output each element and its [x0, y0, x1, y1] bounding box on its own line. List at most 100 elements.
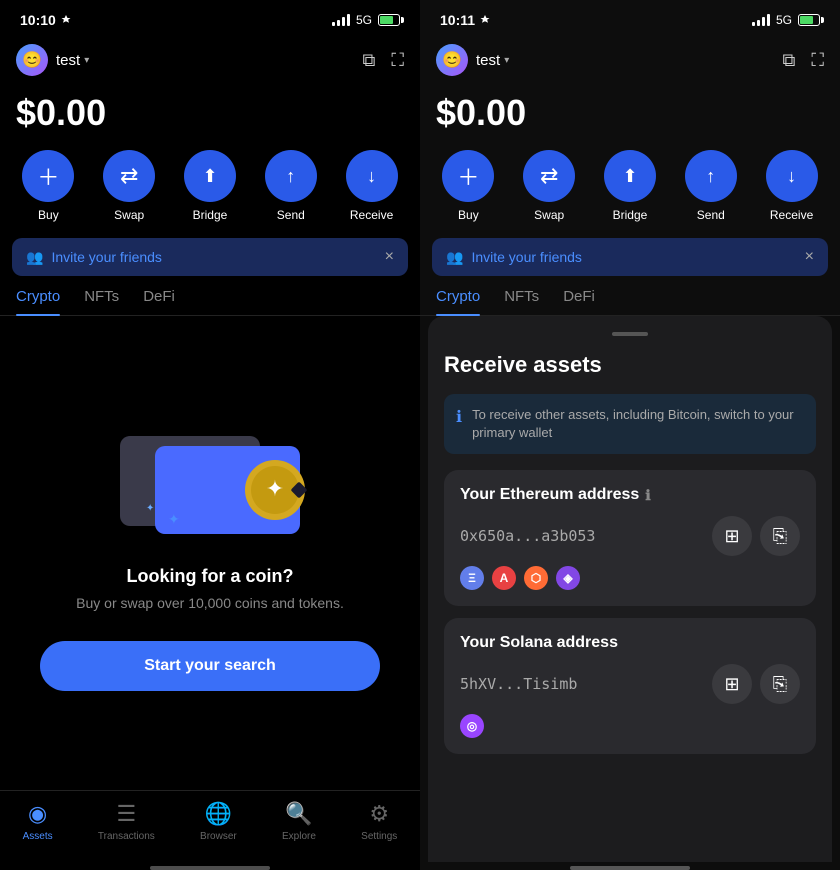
right-receive-button[interactable]: ↓ Receive — [766, 150, 818, 222]
left-phone: 10:10 5G 😊 test — [0, 0, 420, 870]
eth-copy-button[interactable]: ⎘ — [760, 516, 800, 556]
right-invite-text: 👥 Invite your friends — [446, 249, 582, 266]
right-copy-icon[interactable]: ⧉ — [783, 50, 796, 71]
right-user-name-label: test ▾ — [476, 52, 509, 69]
nav-browser[interactable]: 🌐 Browser — [200, 801, 237, 842]
ethereum-title: Your Ethereum address ℹ — [460, 486, 800, 504]
solana-address-value: 5hXV...Tisimb — [460, 675, 577, 693]
svg-text:✦: ✦ — [266, 476, 284, 501]
solana-title: Your Solana address — [460, 634, 800, 652]
eth-info-icon: ℹ — [645, 487, 650, 504]
battery-icon — [378, 14, 400, 26]
svg-text:✦: ✦ — [146, 503, 154, 514]
balance-amount: $0.00 — [16, 92, 404, 134]
right-invite-close-button[interactable]: × — [805, 248, 814, 266]
nav-explore[interactable]: 🔍 Explore — [282, 801, 316, 842]
right-user-info[interactable]: 😊 test ▾ — [436, 44, 509, 76]
action-buttons: ＋ Buy ⇄ Swap ⬆ Bridge ↑ Send ↓ Receive — [0, 150, 420, 238]
chevron-icon: ▾ — [84, 55, 89, 66]
right-header-icons: ⧉ ⛶ — [783, 50, 824, 71]
start-search-button[interactable]: Start your search — [40, 641, 380, 691]
invite-icon: 👥 — [26, 249, 43, 266]
sol-qr-button[interactable]: ⊞ — [712, 664, 752, 704]
nav-assets[interactable]: ◉ Assets — [23, 801, 53, 842]
header-icons: ⧉ ⛶ — [363, 50, 404, 71]
right-invite-banner[interactable]: 👥 Invite your friends × — [432, 238, 828, 276]
op-chain-icon: ⬡ — [524, 566, 548, 590]
tab-nfts[interactable]: NFTs — [84, 288, 119, 315]
info-banner-text: To receive other assets, including Bitco… — [472, 406, 804, 442]
poly-chain-icon: ◈ — [556, 566, 580, 590]
right-buy-button[interactable]: ＋ Buy — [442, 150, 494, 222]
invite-banner[interactable]: 👥 Invite your friends × — [12, 238, 408, 276]
right-fullscreen-icon[interactable]: ⛶ — [811, 50, 824, 71]
right-home-indicator — [570, 866, 690, 870]
eth-qr-button[interactable]: ⊞ — [712, 516, 752, 556]
right-swap-button[interactable]: ⇄ Swap — [523, 150, 575, 222]
left-bottom-nav: ◉ Assets ☰ Transactions 🌐 Browser 🔍 Expl… — [0, 790, 420, 862]
right-action-buttons: ＋ Buy ⇄ Swap ⬆ Bridge ↑ Send ↓ Receive — [420, 150, 840, 238]
ethereum-address-actions: ⊞ ⎘ — [712, 516, 800, 556]
right-tab-nfts[interactable]: NFTs — [504, 288, 539, 315]
explore-icon: 🔍 — [285, 801, 312, 827]
svg-text:✦: ✦ — [168, 511, 180, 527]
right-tab-crypto[interactable]: Crypto — [436, 288, 480, 315]
solana-chain-icons: ◎ — [460, 714, 800, 738]
copy-icon[interactable]: ⧉ — [363, 50, 376, 71]
ethereum-chain-icons: Ξ A ⬡ ◈ — [460, 566, 800, 590]
receive-sheet-title: Receive assets — [444, 352, 816, 378]
sheet-handle — [612, 332, 648, 336]
assets-icon: ◉ — [28, 801, 47, 827]
left-status-right: 5G — [332, 13, 400, 27]
right-status-bar: 10:11 5G — [420, 0, 840, 36]
eth-chain-icon: Ξ — [460, 566, 484, 590]
right-signal-bars — [752, 14, 770, 26]
info-banner: ℹ To receive other assets, including Bit… — [444, 394, 816, 454]
user-info[interactable]: 😊 test ▾ — [16, 44, 89, 76]
invite-close-button[interactable]: × — [385, 248, 394, 266]
left-status-bar: 10:10 5G — [0, 0, 420, 36]
right-phone: 10:11 5G 😊 test — [420, 0, 840, 870]
send-button[interactable]: ↑ Send — [265, 150, 317, 222]
nav-settings[interactable]: ⚙ Settings — [361, 801, 397, 842]
right-network-text: 5G — [776, 13, 792, 27]
settings-icon: ⚙ — [369, 801, 389, 827]
ethereum-address-value: 0x650a...a3b053 — [460, 527, 595, 545]
right-send-button[interactable]: ↑ Send — [685, 150, 737, 222]
left-time: 10:10 — [20, 12, 72, 28]
receive-button[interactable]: ↓ Receive — [346, 150, 398, 222]
right-location-icon — [479, 14, 491, 26]
transactions-icon: ☰ — [116, 801, 136, 827]
right-status-right: 5G — [752, 13, 820, 27]
receive-sheet: Receive assets ℹ To receive other assets… — [428, 316, 832, 862]
tab-crypto[interactable]: Crypto — [16, 288, 60, 315]
arb-chain-icon: A — [492, 566, 516, 590]
right-battery-icon — [798, 14, 820, 26]
balance-section: $0.00 — [0, 84, 420, 150]
fullscreen-icon[interactable]: ⛶ — [391, 50, 404, 71]
promo-section: Looking for a coin? Buy or swap over 10,… — [76, 566, 344, 611]
right-tabs: Crypto NFTs DeFi — [420, 288, 840, 316]
ethereum-address-row: 0x650a...a3b053 ⊞ ⎘ — [460, 516, 800, 556]
invite-text: 👥 Invite your friends — [26, 249, 162, 266]
right-balance-amount: $0.00 — [436, 92, 824, 134]
nav-transactions[interactable]: ☰ Transactions — [98, 801, 155, 842]
right-tab-defi[interactable]: DeFi — [563, 288, 595, 315]
right-bridge-button[interactable]: ⬆ Bridge — [604, 150, 656, 222]
right-time: 10:11 — [440, 12, 491, 28]
buy-button[interactable]: ＋ Buy — [22, 150, 74, 222]
tab-defi[interactable]: DeFi — [143, 288, 175, 315]
sol-copy-button[interactable]: ⎘ — [760, 664, 800, 704]
right-balance-section: $0.00 — [420, 84, 840, 150]
left-tabs: Crypto NFTs DeFi — [0, 288, 420, 316]
promo-subtitle: Buy or swap over 10,000 coins and tokens… — [76, 595, 344, 611]
solana-address-actions: ⊞ ⎘ — [712, 664, 800, 704]
swap-button[interactable]: ⇄ Swap — [103, 150, 155, 222]
left-header: 😊 test ▾ ⧉ ⛶ — [0, 36, 420, 84]
info-icon: ℹ — [456, 407, 462, 442]
right-time-text: 10:11 — [440, 12, 475, 28]
solana-address-row: 5hXV...Tisimb ⊞ ⎘ — [460, 664, 800, 704]
bridge-button[interactable]: ⬆ Bridge — [184, 150, 236, 222]
location-icon — [60, 14, 72, 26]
network-text: 5G — [356, 13, 372, 27]
